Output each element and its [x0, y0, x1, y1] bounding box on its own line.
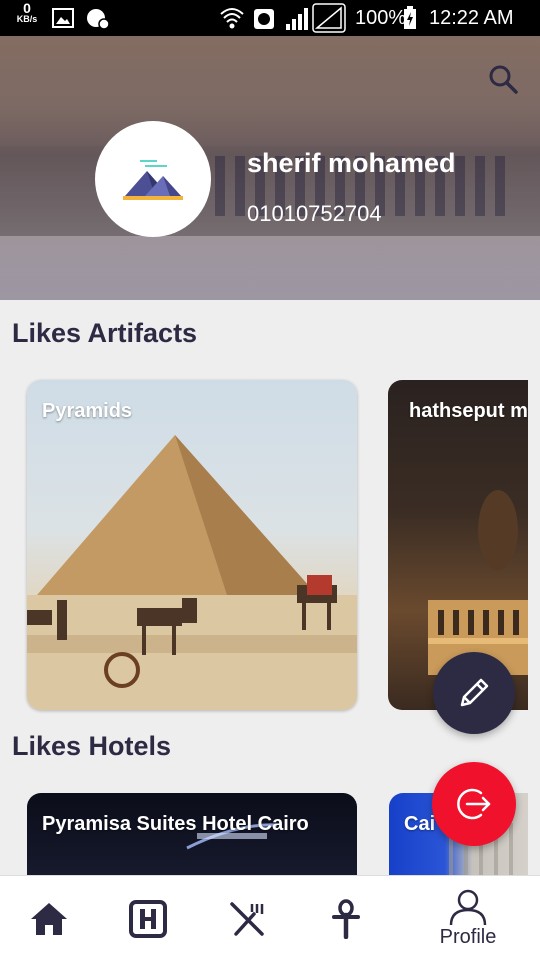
- header-background-cliffs: [0, 36, 540, 146]
- signal-icon: [286, 8, 308, 30]
- artifact-card-title: Pyramids: [42, 400, 133, 422]
- artifact-card[interactable]: Pyramids: [27, 380, 357, 710]
- nav-item-profile[interactable]: Profile: [428, 876, 508, 960]
- nav-item-restaurants[interactable]: [207, 876, 287, 960]
- hotel-icon: [129, 899, 167, 938]
- battery-percent: 100%: [355, 7, 407, 29]
- hotel-card-title: Pyramisa Suites Hotel Cairo: [42, 813, 309, 835]
- profile-header: sherif mohamed 01010752704: [0, 36, 540, 300]
- battery-icon: [404, 6, 416, 29]
- signal-icon-2: [312, 3, 346, 33]
- location-notification-icon: [87, 9, 110, 30]
- bottom-navigation: Profile: [0, 875, 540, 960]
- header-background-ground: [0, 236, 540, 300]
- profile-name: sherif mohamed: [247, 148, 456, 178]
- clock: 12:22 AM: [429, 7, 514, 29]
- wifi-icon: [220, 8, 244, 29]
- gallery-icon: [52, 8, 74, 28]
- net-speed-indicator: 0 KB/s: [12, 0, 42, 25]
- search-icon[interactable]: [486, 62, 520, 96]
- pyramid-logo-icon: [123, 160, 183, 200]
- net-speed-value: 0: [23, 0, 31, 16]
- artifact-card-title: hathseput m: [409, 400, 528, 422]
- profile-icon: [449, 889, 487, 926]
- pencil-icon: [460, 678, 489, 707]
- section-title-artifacts: Likes Artifacts: [12, 318, 198, 348]
- net-speed-unit: KB/s: [16, 14, 38, 24]
- home-icon: [31, 902, 67, 935]
- restaurant-icon: [230, 901, 264, 936]
- logout-icon: [457, 788, 491, 820]
- status-bar: 0 KB/s 100% 12:22 AM: [0, 0, 540, 36]
- section-title-hotels: Likes Hotels: [12, 731, 172, 761]
- nav-label-profile: Profile: [439, 926, 497, 948]
- vpn-icon: [254, 9, 274, 29]
- edit-profile-button[interactable]: [433, 652, 515, 734]
- nav-item-home[interactable]: [9, 876, 89, 960]
- profile-phone: 01010752704: [247, 201, 382, 226]
- logout-button[interactable]: [432, 762, 516, 846]
- nav-item-artifacts[interactable]: [306, 876, 386, 960]
- ankh-icon: [332, 898, 360, 939]
- hotel-card-title: Cai: [404, 813, 436, 835]
- pyramid-image: [27, 435, 357, 710]
- nav-item-hotels[interactable]: [108, 876, 188, 960]
- avatar[interactable]: [95, 121, 211, 237]
